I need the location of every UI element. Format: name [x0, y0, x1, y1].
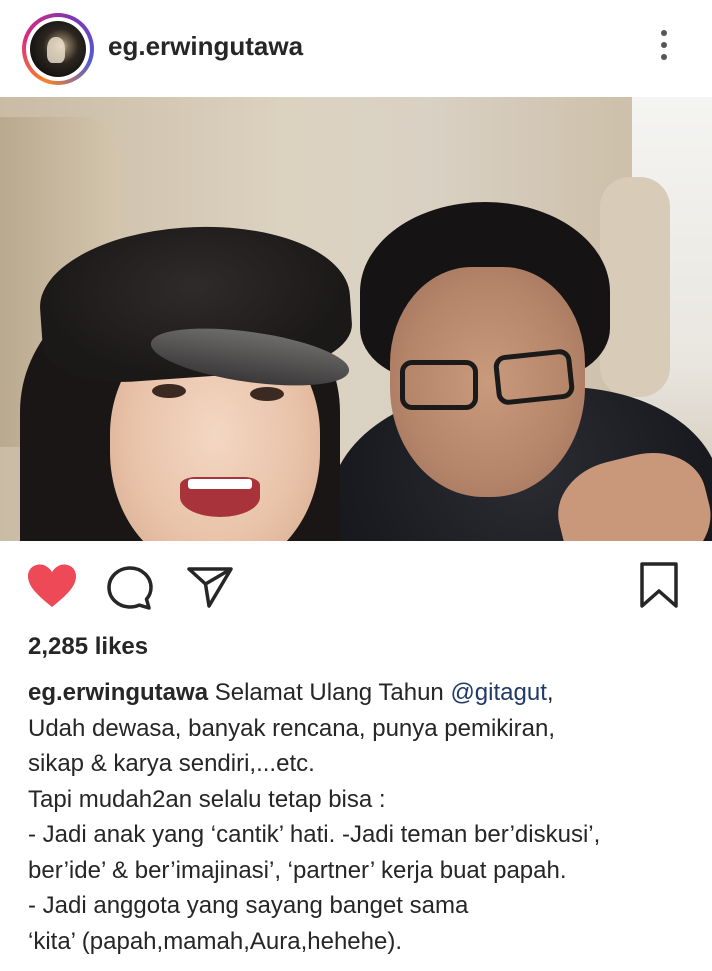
photo-woman-eye-left — [152, 384, 186, 398]
bookmark-icon[interactable] — [638, 561, 680, 609]
comment-icon[interactable] — [106, 565, 154, 611]
post-photo[interactable] — [0, 97, 712, 541]
caption-line: ‘kita’ (papah,mamah,Aura,hehehe). — [28, 927, 402, 955]
caption-line: - Jadi anak yang ‘cantik’ hati. -Jadi te… — [28, 821, 601, 848]
caption-first-line-suffix: , — [546, 679, 554, 706]
photo-seat-right — [600, 177, 670, 397]
photo-glasses — [400, 348, 580, 412]
caption-line: ber’ide’ & ber’imajinasi’, ‘partner’ ker… — [28, 856, 567, 884]
avatar-border — [26, 17, 90, 81]
heart-icon[interactable] — [26, 563, 78, 609]
caption-line: - Jadi anggota yang sayang banget sama — [28, 892, 469, 919]
caption-line: Udah dewasa, banyak rencana, punya pemik… — [28, 714, 555, 742]
caption-username[interactable]: eg.erwingutawa — [28, 679, 208, 706]
caption-line: Tapi mudah2an selalu tetap bisa : — [28, 785, 386, 813]
send-icon[interactable] — [186, 565, 234, 609]
photo-woman-eye-right — [250, 387, 284, 401]
more-vertical-icon[interactable] — [654, 28, 674, 68]
post-caption: eg.erwingutawa Selamat Ulang Tahun @gita… — [28, 675, 708, 959]
avatar-image — [30, 21, 86, 77]
caption-first-line: eg.erwingutawa Selamat Ulang Tahun @gita… — [28, 675, 708, 711]
profile-avatar[interactable] — [22, 13, 94, 85]
post-header: eg.erwingutawa — [0, 0, 712, 97]
likes-count[interactable]: 2,285 likes — [28, 633, 148, 661]
caption-mention[interactable]: @gitagut — [450, 679, 546, 706]
caption-line: sikap & karya sendiri,...etc. — [28, 750, 315, 777]
action-bar — [0, 541, 712, 631]
caption-text-start: Selamat Ulang Tahun — [208, 679, 451, 706]
photo-woman-mouth — [180, 477, 260, 517]
header-username[interactable]: eg.erwingutawa — [108, 31, 303, 62]
